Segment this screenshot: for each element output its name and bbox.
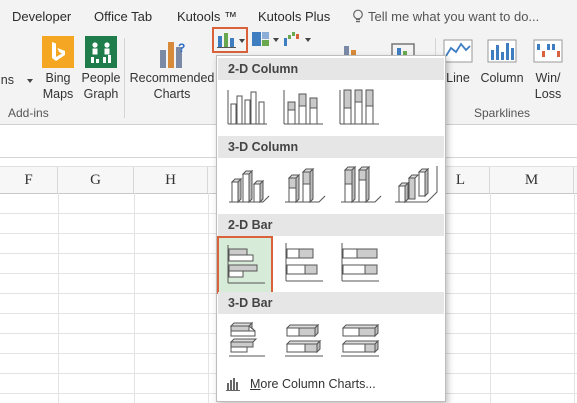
column-header-m[interactable]: M [490, 167, 574, 193]
addins-label-partial[interactable]: ins [0, 72, 14, 88]
more-column-charts-label: More Column Charts... [250, 372, 376, 396]
100-stacked-column-icon [339, 89, 379, 125]
more-column-charts-link[interactable]: More Column Charts... [222, 372, 442, 396]
stacked-column-option[interactable] [279, 82, 331, 134]
clustered-column-icon [227, 90, 267, 125]
clustered-bar-icon [227, 245, 265, 284]
sparkline-winloss-label-2: Loss [534, 87, 562, 101]
tell-me-search[interactable]: Tell me what you want to do... [352, 9, 539, 24]
section-3d-bar: 3-D Bar [218, 292, 444, 314]
column-chart-icon [217, 33, 236, 48]
3d-clustered-column-icon [229, 169, 270, 204]
bing-maps-label-1: Bing [45, 71, 71, 85]
3d-column-option[interactable] [391, 160, 443, 212]
stacked-bar-icon [285, 243, 323, 282]
recommended-charts-icon: ? [160, 41, 185, 68]
grid-line [134, 193, 135, 403]
recommended-charts-button[interactable]: ? Recommended Charts [128, 34, 216, 104]
column-chart-dropdown: 2-D Column 3-D Column 2-D Bar 3-D Bar Mo… [216, 55, 446, 402]
more-charts-icon [226, 378, 240, 391]
tab-kutools[interactable]: Kutools ™ [177, 9, 237, 24]
insert-waterfall-chart-button[interactable] [283, 29, 313, 51]
grid-line [58, 193, 59, 403]
column-header-f[interactable]: F [0, 167, 58, 193]
sparkline-winloss-label-1: Win/ [535, 71, 561, 85]
stacked-column-icon [283, 90, 323, 125]
sparkline-column-button[interactable]: Column [478, 34, 526, 104]
bing-maps-label-2: Maps [42, 87, 74, 101]
section-3d-column: 3-D Column [218, 136, 444, 158]
recommended-charts-label-1: Recommended [129, 71, 215, 85]
column-header-h[interactable]: H [134, 167, 208, 193]
lightbulb-icon [353, 9, 363, 23]
more-charts-accelerator-letter: M [250, 377, 261, 391]
waterfall-dropdown-arrow-icon [305, 38, 311, 42]
column-chart-dropdown-arrow-icon [239, 39, 245, 43]
tab-developer[interactable]: Developer [12, 9, 71, 24]
section-2d-column: 2-D Column [218, 58, 444, 80]
sparkline-winloss-button[interactable]: Win/ Loss [528, 34, 568, 104]
3d-100-stacked-column-icon [341, 165, 382, 204]
3d-column-icon [395, 166, 438, 204]
3d-100-stacked-bar-icon [341, 323, 380, 357]
group-label-sparklines: Sparklines [474, 106, 531, 120]
3d-stacked-column-icon [285, 167, 326, 204]
sparkline-winloss-icon [533, 39, 563, 63]
3d-clustered-bar-option[interactable] [223, 316, 275, 368]
more-charts-label-rest: ore Column Charts... [260, 377, 376, 391]
grid-line [490, 193, 491, 403]
section-2d-bar: 2-D Bar [218, 214, 444, 236]
column-header-g[interactable]: G [58, 167, 134, 193]
3d-100-stacked-bar-option[interactable] [335, 316, 387, 368]
bing-icon [42, 36, 74, 68]
insert-hierarchy-chart-button[interactable] [251, 29, 281, 51]
3d-stacked-bar-option[interactable] [279, 316, 331, 368]
svg-text:?: ? [178, 41, 185, 55]
clustered-column-option[interactable] [223, 82, 275, 134]
sparkline-line-icon [443, 39, 473, 63]
3d-clustered-column-option[interactable] [223, 160, 275, 212]
insert-column-chart-button[interactable] [212, 27, 248, 53]
grid-line [574, 193, 575, 403]
bing-maps-button[interactable]: Bing Maps [38, 34, 80, 104]
people-graph-icon [85, 36, 117, 68]
stacked-bar-option[interactable] [279, 239, 331, 291]
hierarchy-chart-icon [252, 32, 269, 46]
sparkline-column-icon [487, 39, 517, 63]
3d-stacked-bar-icon [285, 323, 323, 357]
3d-100-stacked-column-option[interactable] [335, 160, 387, 212]
tab-kutools-plus[interactable]: Kutools Plus [258, 9, 330, 24]
people-graph-button[interactable]: People Graph [80, 34, 124, 104]
grid-line [208, 193, 209, 403]
3d-clustered-bar-icon [229, 321, 265, 357]
people-graph-label-2: Graph [83, 87, 119, 101]
tell-me-text: Tell me what you want to do... [368, 9, 540, 24]
clustered-bar-option[interactable] [217, 236, 273, 294]
100-stacked-bar-option[interactable] [335, 239, 387, 291]
waterfall-chart-icon [284, 32, 299, 46]
addins-dropdown-arrow-icon[interactable] [27, 79, 33, 83]
hierarchy-dropdown-arrow-icon [273, 38, 279, 42]
group-separator [124, 38, 125, 118]
group-label-addins: Add-ins [8, 106, 49, 120]
3d-stacked-column-option[interactable] [279, 160, 331, 212]
100-stacked-column-option[interactable] [335, 82, 387, 134]
people-graph-label-1: People [81, 71, 121, 85]
recommended-charts-label-2: Charts [153, 87, 191, 101]
tab-office-tab[interactable]: Office Tab [94, 9, 152, 24]
sparkline-column-label: Column [480, 71, 524, 85]
100-stacked-bar-icon [341, 243, 379, 282]
